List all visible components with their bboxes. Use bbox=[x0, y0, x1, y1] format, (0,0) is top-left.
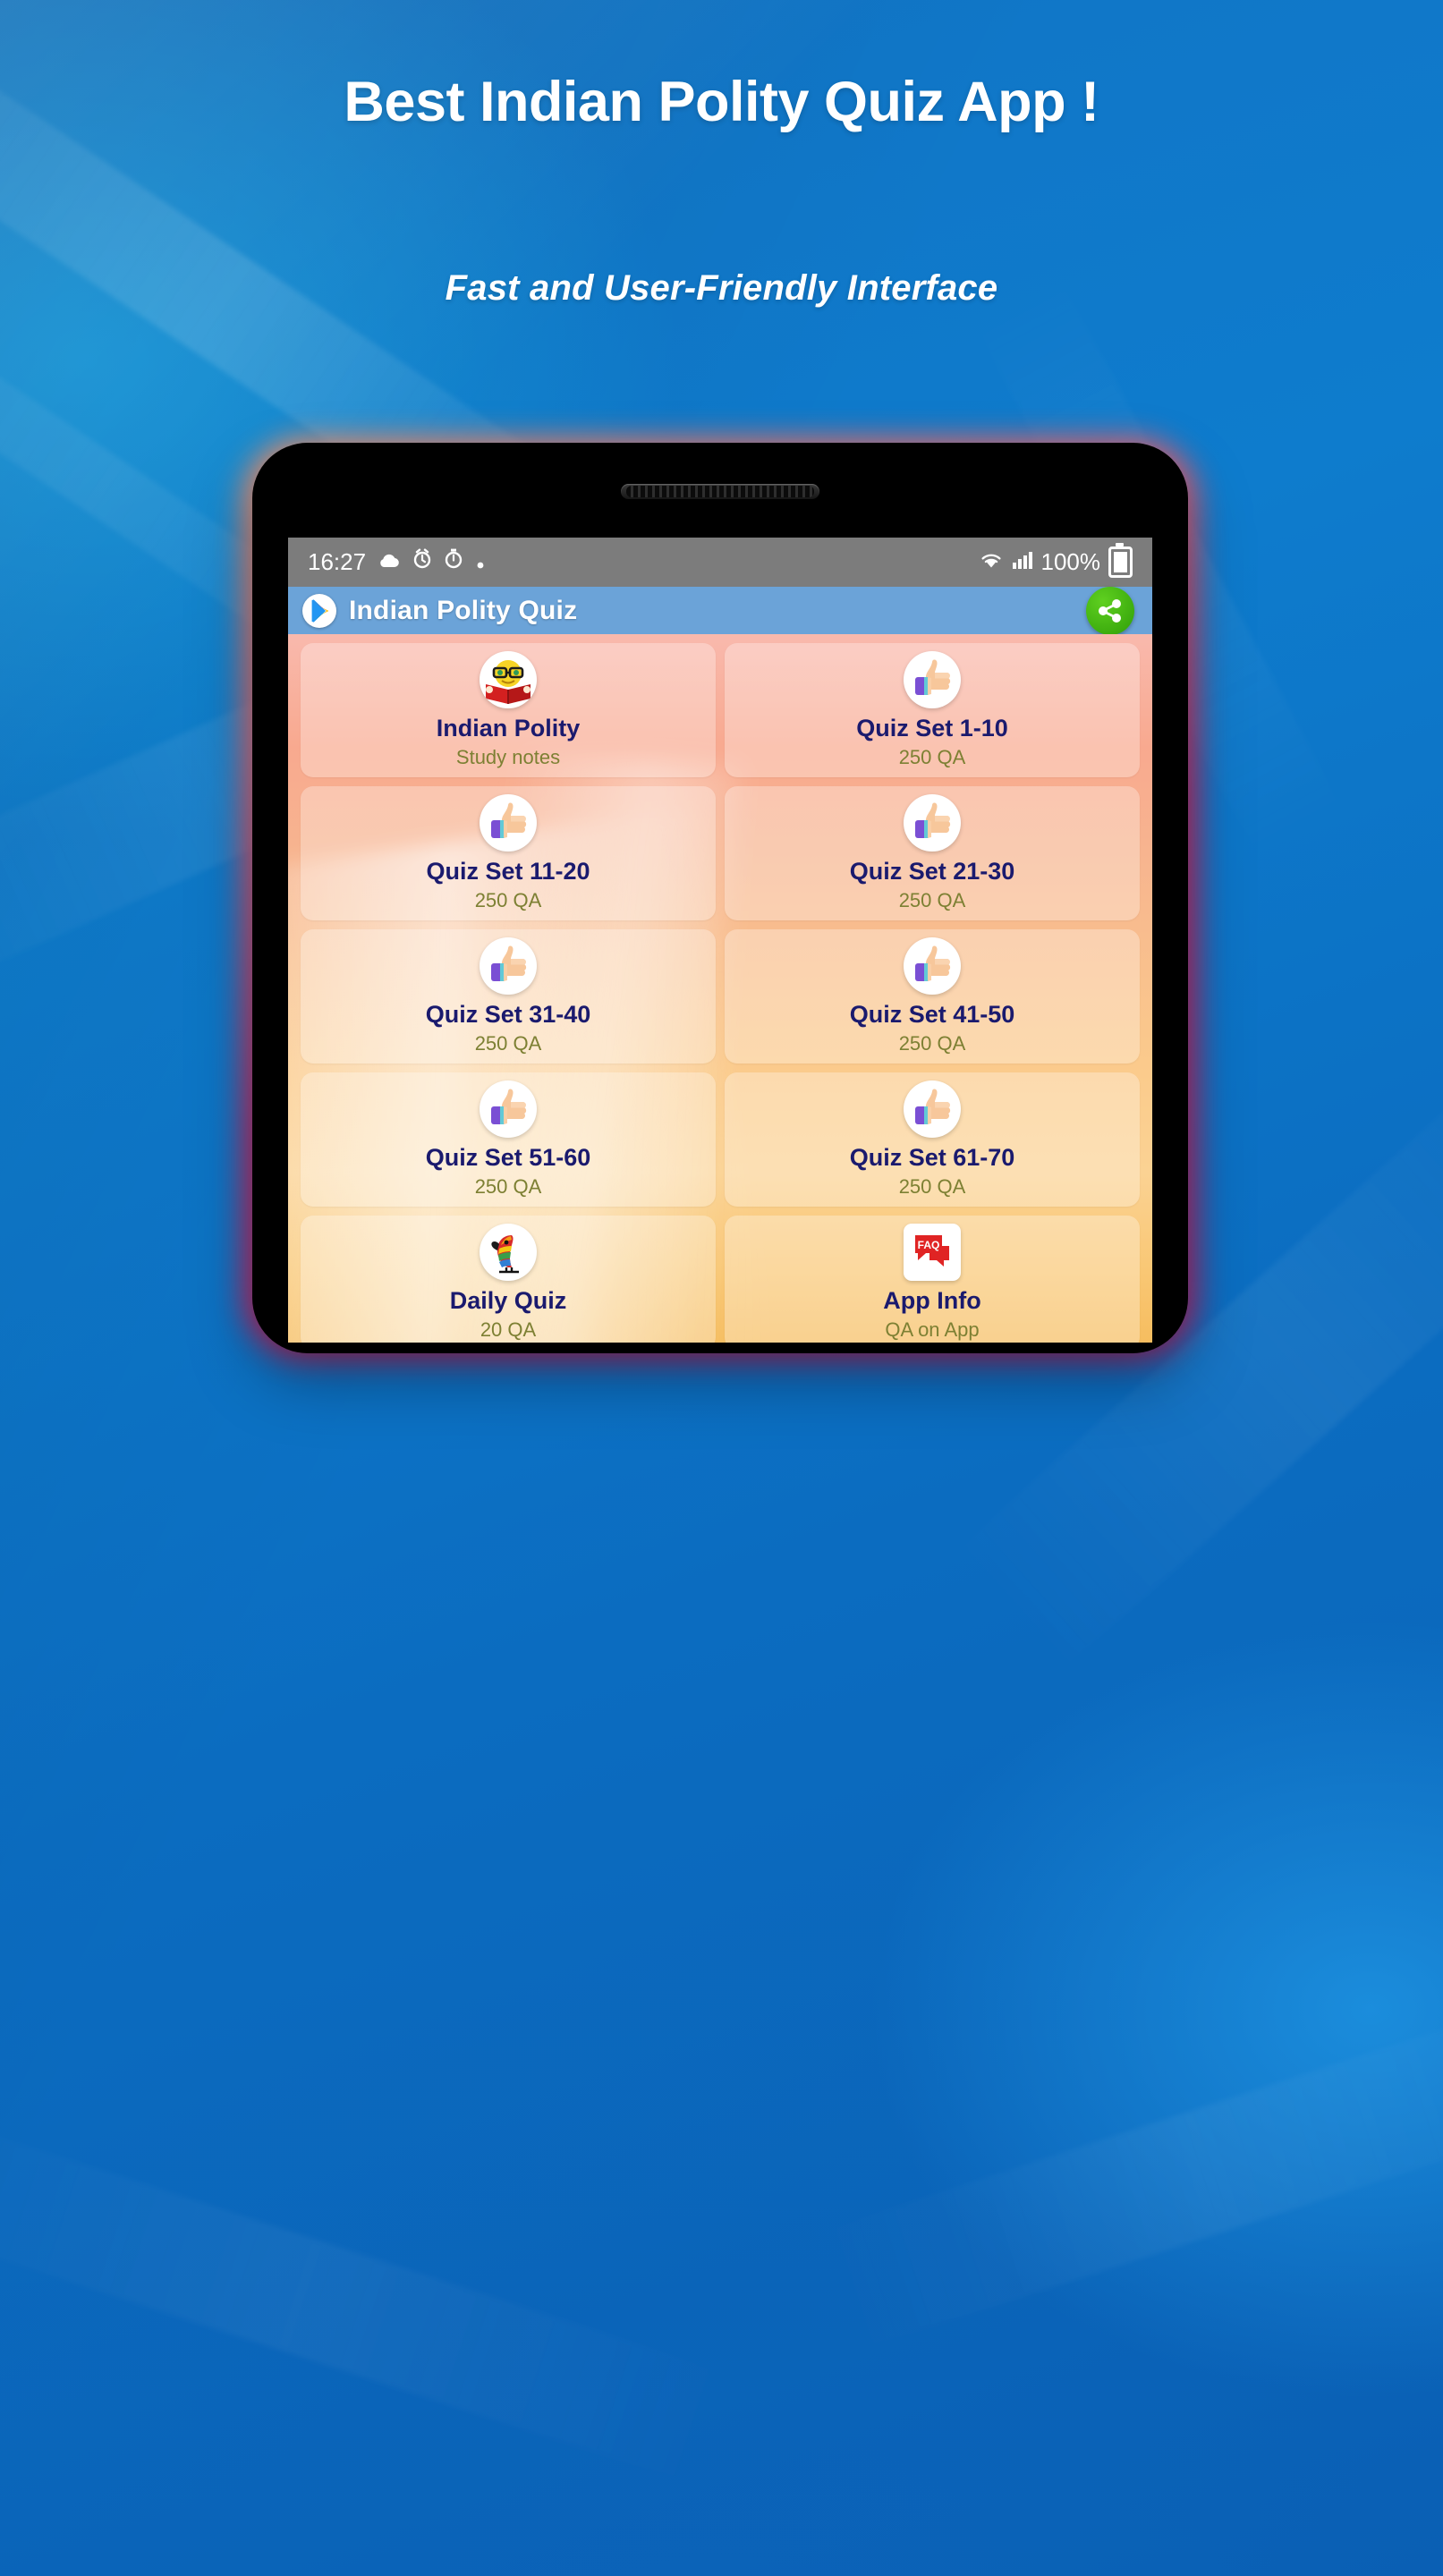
home-content: Indian Polity Study notes Quiz Set 1-10 … bbox=[288, 634, 1152, 1343]
thumbs-up-icon bbox=[904, 794, 961, 852]
status-bar: 16:27 100% bbox=[288, 538, 1152, 587]
alarm-icon bbox=[412, 548, 432, 576]
nerd-face-reading-book-icon bbox=[480, 651, 537, 709]
tile-quiz-set-51-60[interactable]: Quiz Set 51-60 250 QA bbox=[301, 1072, 716, 1207]
tile-quiz-set-61-70[interactable]: Quiz Set 61-70 250 QA bbox=[725, 1072, 1140, 1207]
tile-subtitle: Study notes bbox=[455, 745, 561, 768]
svg-text:FAQ: FAQ bbox=[918, 1239, 940, 1251]
tile-subtitle: 250 QA bbox=[474, 888, 542, 911]
tile-title: Quiz Set 51-60 bbox=[425, 1144, 591, 1172]
thumbs-up-icon bbox=[480, 794, 537, 852]
tile-indian-polity[interactable]: Indian Polity Study notes bbox=[301, 643, 716, 777]
tile-quiz-set-41-50[interactable]: Quiz Set 41-50 250 QA bbox=[725, 929, 1140, 1063]
app-title: Indian Polity Quiz bbox=[349, 595, 578, 625]
app-bar: Indian Polity Quiz bbox=[288, 586, 1152, 635]
tile-title: Quiz Set 1-10 bbox=[856, 715, 1008, 742]
tile-daily-quiz[interactable]: Daily Quiz 20 QA bbox=[301, 1216, 716, 1343]
battery-percent: 100% bbox=[1040, 548, 1101, 575]
google-play-logo-icon bbox=[302, 593, 336, 628]
wifi-icon bbox=[979, 548, 1004, 576]
status-time: 16:27 bbox=[308, 548, 367, 575]
battery-charging-icon bbox=[1108, 543, 1133, 578]
phone-frame: 16:27 100% Indian Polity Quiz Indian Pol… bbox=[252, 443, 1188, 1353]
tile-quiz-set-1-10[interactable]: Quiz Set 1-10 250 QA bbox=[725, 643, 1140, 777]
tile-subtitle: QA on App bbox=[885, 1318, 980, 1341]
tile-subtitle: 250 QA bbox=[898, 1031, 966, 1055]
tile-quiz-set-11-20[interactable]: Quiz Set 11-20 250 QA bbox=[301, 786, 716, 920]
tile-app-info[interactable]: FAQ App Info QA on App bbox=[725, 1216, 1140, 1343]
background-streak bbox=[0, 2102, 744, 2489]
promo-subheadline: Fast and User-Friendly Interface bbox=[445, 268, 998, 308]
thumbs-up-icon bbox=[480, 937, 537, 996]
tile-title: App Info bbox=[883, 1287, 981, 1315]
faq-speech-bubble-icon: FAQ bbox=[904, 1224, 961, 1282]
thumbs-up-icon bbox=[904, 937, 961, 996]
tile-subtitle: 250 QA bbox=[898, 1174, 966, 1198]
timer-icon bbox=[444, 548, 463, 576]
speaker-grille-icon bbox=[621, 484, 819, 499]
tile-title: Quiz Set 31-40 bbox=[425, 1001, 591, 1029]
share-icon[interactable] bbox=[1086, 586, 1134, 635]
thumbs-up-icon bbox=[480, 1080, 537, 1139]
tile-title: Indian Polity bbox=[436, 715, 581, 742]
tile-quiz-set-31-40[interactable]: Quiz Set 31-40 250 QA bbox=[301, 929, 716, 1063]
tile-title: Daily Quiz bbox=[449, 1287, 567, 1315]
cloud-icon bbox=[378, 548, 401, 576]
tile-title: Quiz Set 61-70 bbox=[849, 1144, 1015, 1172]
promo-headline: Best Indian Polity Quiz App ! bbox=[344, 71, 1099, 133]
dot-icon bbox=[475, 548, 486, 576]
signal-icon bbox=[1012, 548, 1033, 576]
tile-subtitle: 20 QA bbox=[480, 1318, 537, 1341]
tile-title: Quiz Set 21-30 bbox=[849, 858, 1015, 886]
tile-title: Quiz Set 11-20 bbox=[426, 858, 590, 886]
parrot-bird-icon bbox=[480, 1224, 537, 1282]
background-streak bbox=[805, 1987, 1443, 2356]
tile-subtitle: 250 QA bbox=[474, 1031, 542, 1055]
tile-subtitle: 250 QA bbox=[474, 1174, 542, 1198]
tile-quiz-set-21-30[interactable]: Quiz Set 21-30 250 QA bbox=[725, 786, 1140, 920]
thumbs-up-icon bbox=[904, 651, 961, 709]
phone-screen: 16:27 100% Indian Polity Quiz Indian Pol… bbox=[288, 538, 1152, 1343]
tile-subtitle: 250 QA bbox=[898, 888, 966, 911]
tile-title: Quiz Set 41-50 bbox=[849, 1001, 1015, 1029]
tile-subtitle: 250 QA bbox=[898, 745, 966, 768]
quiz-tile-grid: Indian Polity Study notes Quiz Set 1-10 … bbox=[288, 634, 1152, 1343]
thumbs-up-icon bbox=[904, 1080, 961, 1139]
